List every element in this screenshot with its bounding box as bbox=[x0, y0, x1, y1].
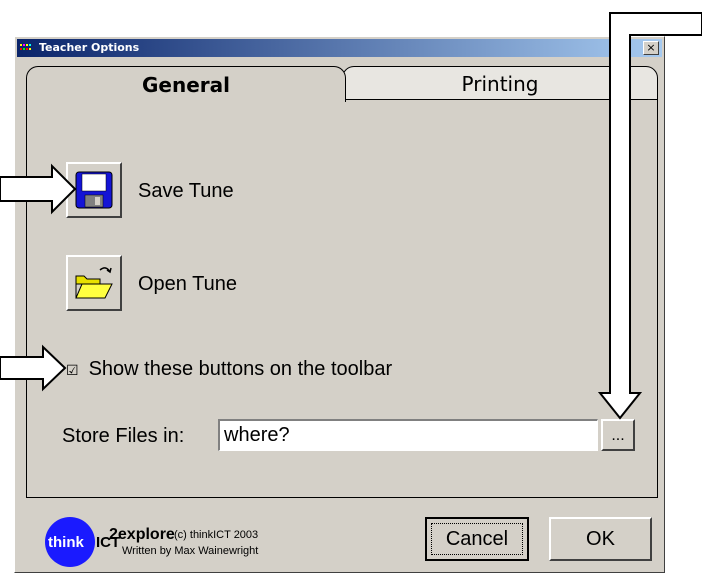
logo-think-text: think bbox=[48, 534, 84, 551]
title-bar[interactable]: Teacher Options × bbox=[17, 39, 662, 57]
open-tune-label: Open Tune bbox=[138, 273, 237, 295]
copyright-text: (c) thinkICT 2003 bbox=[174, 529, 259, 541]
close-button[interactable]: × bbox=[643, 41, 659, 55]
window-title: Teacher Options bbox=[39, 41, 140, 54]
tab-printing[interactable]: Printing bbox=[342, 66, 658, 100]
app-icon bbox=[20, 44, 31, 50]
tab-general[interactable]: General bbox=[26, 66, 346, 102]
save-tune-label: Save Tune bbox=[138, 180, 234, 202]
open-tune-button[interactable] bbox=[66, 255, 122, 311]
thinkict-logo: think ICT bbox=[45, 517, 120, 567]
show-buttons-option[interactable]: ☑ Show these buttons on the toolbar bbox=[66, 358, 392, 381]
floppy-disk-icon bbox=[75, 171, 113, 209]
app-name: 2explore bbox=[109, 526, 175, 543]
cancel-button[interactable]: Cancel bbox=[425, 517, 529, 561]
author-text: Written by Max Wainewright bbox=[122, 545, 259, 557]
store-files-input[interactable] bbox=[218, 419, 598, 451]
close-icon: × bbox=[646, 41, 656, 54]
show-buttons-label: Show these buttons on the toolbar bbox=[88, 358, 393, 380]
store-files-label: Store Files in: bbox=[62, 425, 185, 447]
browse-button[interactable]: ... bbox=[601, 419, 635, 451]
save-tune-button[interactable] bbox=[66, 162, 122, 218]
show-buttons-checkbox[interactable]: ☑ bbox=[66, 363, 79, 377]
cancel-focus-rect: Cancel bbox=[431, 523, 523, 555]
open-folder-icon bbox=[75, 267, 113, 299]
ok-button[interactable]: OK bbox=[549, 517, 652, 561]
